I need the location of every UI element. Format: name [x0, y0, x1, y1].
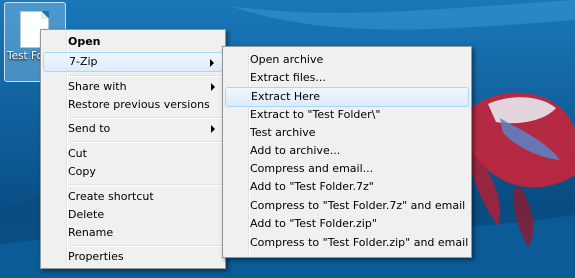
menu-item-label: Share with: [68, 80, 127, 93]
menu-item-create-shortcut[interactable]: Create shortcut: [43, 187, 223, 207]
menu-item-label: Send to: [68, 122, 111, 135]
submenu-item-open-archive[interactable]: Open archive: [225, 50, 469, 70]
menu-item-properties[interactable]: Properties: [43, 247, 223, 267]
submenu-item-add-to-zip[interactable]: Add to "Test Folder.zip": [225, 214, 469, 234]
menu-item-7zip[interactable]: 7-Zip: [43, 52, 223, 72]
menu-item-share-with[interactable]: Share with: [43, 77, 223, 97]
submenu-item-extract-files[interactable]: Extract files...: [225, 68, 469, 88]
submenu-item-test-archive[interactable]: Test archive: [225, 123, 469, 143]
context-menu: Open 7-Zip Share with Restore previous v…: [40, 29, 226, 269]
submenu-item-extract-to-folder[interactable]: Extract to "Test Folder\": [225, 105, 469, 125]
submenu-item-add-to-7z[interactable]: Add to "Test Folder.7z": [225, 177, 469, 197]
submenu-item-add-to-archive[interactable]: Add to archive...: [225, 141, 469, 161]
menu-separator: [69, 141, 223, 143]
7zip-submenu: Open archive Extract files... Extract He…: [222, 46, 472, 258]
menu-item-copy[interactable]: Copy: [43, 162, 223, 182]
submenu-arrow-icon: [211, 83, 215, 91]
menu-item-send-to[interactable]: Send to: [43, 119, 223, 139]
menu-item-rename[interactable]: Rename: [43, 223, 223, 243]
menu-item-restore-previous-versions[interactable]: Restore previous versions: [43, 95, 223, 115]
submenu-item-compress-and-email[interactable]: Compress and email...: [225, 159, 469, 179]
menu-item-delete[interactable]: Delete: [43, 205, 223, 225]
menu-item-label: 7-Zip: [69, 55, 98, 68]
menu-separator: [69, 184, 223, 186]
menu-item-cut[interactable]: Cut: [43, 144, 223, 164]
submenu-arrow-icon: [210, 59, 214, 67]
submenu-arrow-icon: [211, 125, 215, 133]
submenu-item-compress-to-zip-email[interactable]: Compress to "Test Folder.zip" and email: [225, 233, 469, 253]
submenu-item-compress-to-7z-email[interactable]: Compress to "Test Folder.7z" and email: [225, 196, 469, 216]
submenu-item-extract-here[interactable]: Extract Here: [225, 87, 469, 107]
menu-item-open[interactable]: Open: [43, 32, 223, 52]
